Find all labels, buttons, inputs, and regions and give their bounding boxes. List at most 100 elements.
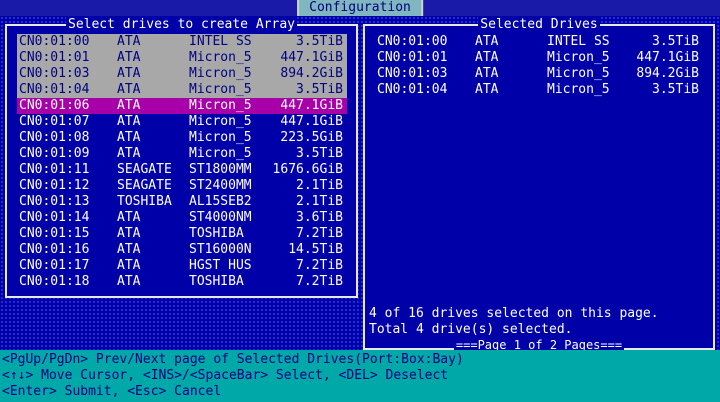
drive-port: CN0:01:14 <box>19 210 90 225</box>
drive-interface: ATA <box>475 82 499 97</box>
drive-size: 2.1TiB <box>296 194 343 209</box>
drive-row[interactable]: CN0:01:01 ATA Micron_5 447.1GiB <box>375 50 703 66</box>
drive-size: 7.2TiB <box>296 226 343 241</box>
drive-model: Micron_5 <box>189 50 252 65</box>
drive-row[interactable]: CN0:01:04 ATA Micron_5 3.5TiB <box>375 82 703 98</box>
drive-interface: ATA <box>117 50 141 65</box>
drive-row[interactable]: CN0:01:18 ATA TOSHIBA 7.2TiB <box>17 274 347 290</box>
available-drives-title: Select drives to create Array <box>66 17 297 32</box>
drive-model: Micron_5 <box>189 98 252 113</box>
drive-model: Micron_5 <box>189 114 252 129</box>
drive-model: Micron_5 <box>189 130 252 145</box>
help-line-cursor: <↑↓> Move Cursor, <INS>/<SpaceBar> Selec… <box>2 368 449 383</box>
drive-port: CN0:01:13 <box>19 194 90 209</box>
drive-model: ST4000NM <box>189 210 252 225</box>
drive-port: CN0:01:01 <box>19 50 90 65</box>
drive-model: Micron_5 <box>547 50 610 65</box>
drive-port: CN0:01:15 <box>19 226 90 241</box>
help-bar: <PgUp/PgDn> Prev/Next page of Selected D… <box>0 350 720 402</box>
drive-size: 447.1GiB <box>280 50 343 65</box>
drive-port: CN0:01:04 <box>19 82 90 97</box>
drive-port: CN0:01:06 <box>19 98 90 113</box>
drive-model: HGST HUS <box>189 258 252 273</box>
drive-row[interactable]: CN0:01:11 SEAGATE ST1800MM 1676.6GiB <box>17 162 347 178</box>
drive-port: CN0:01:16 <box>19 242 90 257</box>
drive-interface: SEAGATE <box>117 162 172 177</box>
drive-model: Micron_5 <box>189 146 252 161</box>
drive-model: Micron_5 <box>547 82 610 97</box>
title-bar: Configuration <box>0 0 720 16</box>
drive-port: CN0:01:18 <box>19 274 90 289</box>
drive-port: CN0:01:00 <box>19 34 90 49</box>
drive-size: 2.1TiB <box>296 178 343 193</box>
drive-row[interactable]: CN0:01:13 TOSHIBA AL15SEB2 2.1TiB <box>17 194 347 210</box>
drive-model: INTEL SS <box>547 34 610 49</box>
selected-drives-title-wrap: Selected Drives <box>365 17 713 33</box>
drive-row[interactable]: CN0:01:09 ATA Micron_5 3.5TiB <box>17 146 347 162</box>
drive-interface: SEAGATE <box>117 178 172 193</box>
drive-model: ST2400MM <box>189 178 252 193</box>
drive-row[interactable]: CN0:01:00 ATA INTEL SS 3.5TiB <box>17 34 347 50</box>
drive-interface: ATA <box>117 258 141 273</box>
drive-port: CN0:01:12 <box>19 178 90 193</box>
drive-interface: TOSHIBA <box>117 194 172 209</box>
drive-interface: ATA <box>117 66 141 81</box>
drive-row[interactable]: CN0:01:16 ATA ST16000N 14.5TiB <box>17 242 347 258</box>
drive-size: 447.1GiB <box>280 114 343 129</box>
window-title: Configuration <box>297 0 423 16</box>
drive-size: 3.5TiB <box>652 82 699 97</box>
drive-model: Micron_5 <box>189 66 252 81</box>
drive-interface: ATA <box>117 210 141 225</box>
drive-model: TOSHIBA <box>189 274 244 289</box>
drive-port: CN0:01:17 <box>19 258 90 273</box>
drive-size: 447.1GiB <box>636 50 699 65</box>
drive-row[interactable]: CN0:01:00 ATA INTEL SS 3.5TiB <box>375 34 703 50</box>
drive-size: 14.5TiB <box>288 242 343 257</box>
drive-row[interactable]: CN0:01:06 ATA Micron_5 447.1GiB <box>17 98 347 114</box>
drive-model: AL15SEB2 <box>189 194 252 209</box>
drive-model: TOSHIBA <box>189 226 244 241</box>
drive-size: 3.5TiB <box>296 146 343 161</box>
drive-size: 7.2TiB <box>296 258 343 273</box>
drive-port: CN0:01:09 <box>19 146 90 161</box>
drive-row[interactable]: CN0:01:15 ATA TOSHIBA 7.2TiB <box>17 226 347 242</box>
drive-interface: ATA <box>117 226 141 241</box>
drive-size: 3.5TiB <box>296 82 343 97</box>
help-line-submit: <Enter> Submit, <Esc> Cancel <box>2 384 222 399</box>
drive-interface: ATA <box>475 66 499 81</box>
drive-interface: ATA <box>117 130 141 145</box>
drive-row[interactable]: CN0:01:08 ATA Micron_5 223.5GiB <box>17 130 347 146</box>
drive-interface: ATA <box>475 50 499 65</box>
drive-model: Micron_5 <box>547 66 610 81</box>
drive-port: CN0:01:00 <box>377 34 448 49</box>
drive-port: CN0:01:11 <box>19 162 90 177</box>
drive-interface: ATA <box>475 34 499 49</box>
drive-size: 223.5GiB <box>280 130 343 145</box>
drive-interface: ATA <box>117 274 141 289</box>
selected-drives-panel: Selected Drives CN0:01:00 ATA INTEL SS 3.5T… <box>363 17 715 352</box>
selection-count-status: 4 of 16 drives selected on this page. <box>369 306 659 321</box>
total-selected-status: Total 4 drive(s) selected. <box>369 322 573 337</box>
drive-model: INTEL SS <box>189 34 252 49</box>
drive-row[interactable]: CN0:01:07 ATA Micron_5 447.1GiB <box>17 114 347 130</box>
drive-row[interactable]: CN0:01:14 ATA ST4000NM 3.6TiB <box>17 210 347 226</box>
drive-size: 7.2TiB <box>296 274 343 289</box>
drive-size: 894.2GiB <box>280 66 343 81</box>
drive-row[interactable]: CN0:01:03 ATA Micron_5 894.2GiB <box>17 66 347 82</box>
drive-port: CN0:01:03 <box>19 66 90 81</box>
available-drives-panel: Select drives to create Array CN0:01:00 A… <box>5 17 358 298</box>
drive-model: Micron_5 <box>189 82 252 97</box>
drive-row[interactable]: CN0:01:12 SEAGATE ST2400MM 2.1TiB <box>17 178 347 194</box>
drive-interface: ATA <box>117 114 141 129</box>
drive-interface: ATA <box>117 34 141 49</box>
drive-row[interactable]: CN0:01:01 ATA Micron_5 447.1GiB <box>17 50 347 66</box>
drive-row[interactable]: CN0:01:17 ATA HGST HUS 7.2TiB <box>17 258 347 274</box>
help-line-paging: <PgUp/PgDn> Prev/Next page of Selected D… <box>2 352 464 367</box>
selected-drives-title: Selected Drives <box>478 17 600 32</box>
drive-row[interactable]: CN0:01:04 ATA Micron_5 3.5TiB <box>17 82 347 98</box>
drive-size: 3.6TiB <box>296 210 343 225</box>
drive-interface: ATA <box>117 82 141 97</box>
drive-interface: ATA <box>117 146 141 161</box>
drive-size: 1676.6GiB <box>272 162 343 177</box>
drive-row[interactable]: CN0:01:03 ATA Micron_5 894.2GiB <box>375 66 703 82</box>
